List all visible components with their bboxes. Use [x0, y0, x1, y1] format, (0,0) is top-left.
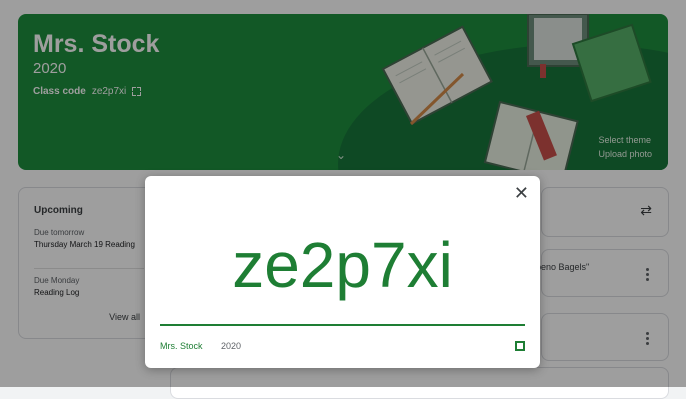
dialog-class-name: Mrs. Stock	[160, 341, 203, 351]
fullscreen-icon[interactable]	[515, 341, 525, 351]
divider	[160, 324, 525, 326]
class-code-dialog: ✕ ze2p7xi Mrs. Stock 2020	[145, 176, 540, 368]
close-icon[interactable]: ✕	[514, 184, 529, 202]
class-code-display: ze2p7xi	[232, 229, 453, 301]
dialog-class-year: 2020	[221, 341, 242, 351]
